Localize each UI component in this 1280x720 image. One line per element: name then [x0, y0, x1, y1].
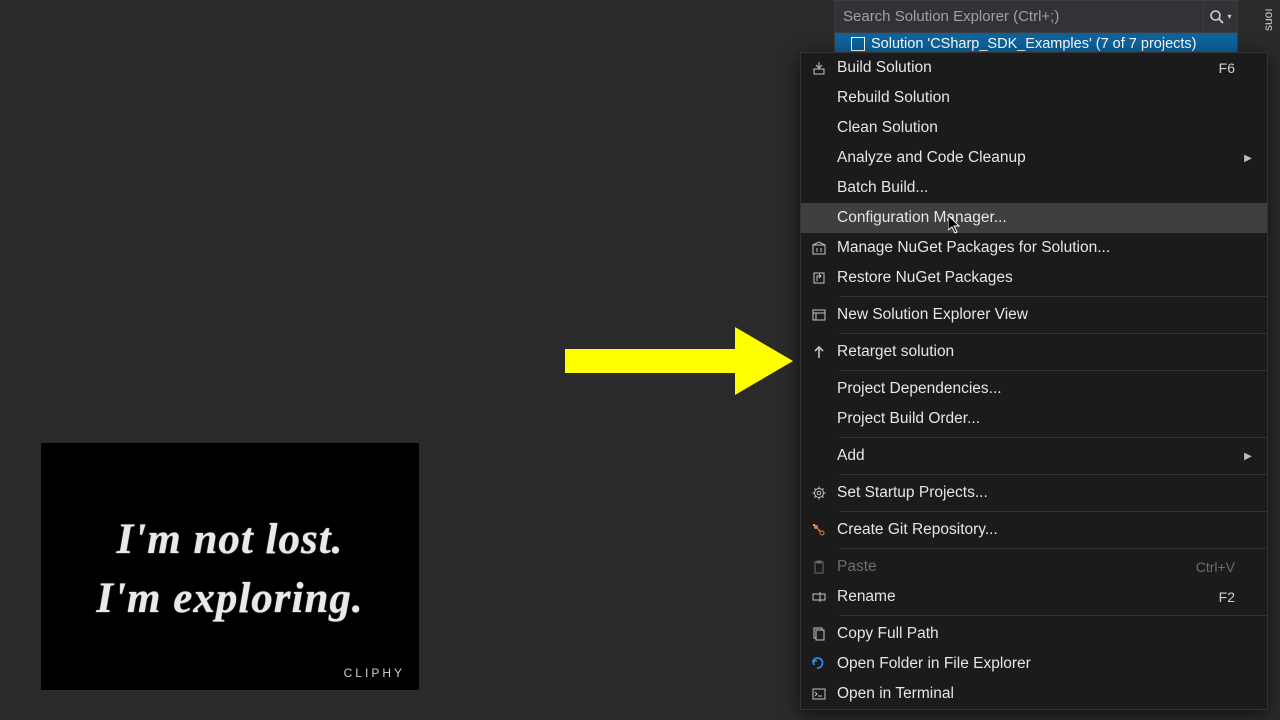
menu-item-retarget-solution[interactable]: Retarget solution — [801, 337, 1267, 367]
menu-item-analyze-and-code-cleanup[interactable]: Analyze and Code Cleanup▶ — [801, 143, 1267, 173]
menu-separator — [839, 333, 1267, 334]
menu-item-batch-build[interactable]: Batch Build... — [801, 173, 1267, 203]
menu-separator — [839, 437, 1267, 438]
menu-icon-slot — [801, 485, 837, 501]
menu-separator — [839, 511, 1267, 512]
git-icon — [811, 522, 827, 538]
menu-item-label: Open Folder in File Explorer — [837, 655, 1239, 673]
vertical-tab-label: suoı — [1261, 9, 1275, 32]
menu-item-label: Configuration Manager... — [837, 209, 1239, 227]
menu-item-label: Batch Build... — [837, 179, 1239, 197]
menu-item-open-folder-in-file-explorer[interactable]: Open Folder in File Explorer — [801, 649, 1267, 679]
menu-item-label: Project Build Order... — [837, 410, 1239, 428]
menu-item-label: Build Solution — [837, 59, 1219, 77]
menu-item-add[interactable]: Add▶ — [801, 441, 1267, 471]
menu-icon-slot — [801, 522, 837, 538]
menu-item-label: Analyze and Code Cleanup — [837, 149, 1239, 167]
menu-item-label: Copy Full Path — [837, 625, 1239, 643]
menu-separator — [839, 370, 1267, 371]
vertical-tab[interactable]: suoı — [1256, 0, 1280, 40]
menu-item-label: Manage NuGet Packages for Solution... — [837, 239, 1239, 257]
menu-item-restore-nuget-packages[interactable]: Restore NuGet Packages — [801, 263, 1267, 293]
menu-item-label: New Solution Explorer View — [837, 306, 1239, 324]
search-button[interactable]: ▾ — [1203, 1, 1237, 32]
paste-icon — [811, 559, 827, 575]
menu-item-manage-nuget-packages-for-solution[interactable]: Manage NuGet Packages for Solution... — [801, 233, 1267, 263]
menu-item-set-startup-projects[interactable]: Set Startup Projects... — [801, 478, 1267, 508]
menu-separator — [839, 474, 1267, 475]
menu-item-label: Rename — [837, 588, 1219, 606]
search-input[interactable] — [835, 1, 1203, 32]
submenu-indicator: ▶ — [1239, 451, 1257, 462]
quote-brand: CLIPHY — [344, 666, 405, 680]
menu-icon-slot — [801, 656, 837, 672]
menu-icon-slot — [801, 344, 837, 360]
view-icon — [811, 307, 827, 323]
menu-item-project-dependencies[interactable]: Project Dependencies... — [801, 374, 1267, 404]
search-row: ▾ — [835, 1, 1237, 33]
menu-item-label: Project Dependencies... — [837, 380, 1239, 398]
annotation-arrow — [565, 327, 793, 395]
menu-item-build-solution[interactable]: Build SolutionF6 — [801, 53, 1267, 83]
menu-shortcut: F6 — [1219, 60, 1239, 76]
solution-icon — [851, 37, 865, 51]
menu-icon-slot — [801, 60, 837, 76]
menu-separator — [839, 548, 1267, 549]
menu-item-clean-solution[interactable]: Clean Solution — [801, 113, 1267, 143]
quote-line-1: I'm not lost. — [117, 511, 344, 569]
menu-shortcut: F2 — [1219, 589, 1239, 605]
menu-item-label: Paste — [837, 558, 1196, 576]
menu-item-configuration-manager[interactable]: Configuration Manager... — [801, 203, 1267, 233]
menu-item-new-solution-explorer-view[interactable]: New Solution Explorer View — [801, 300, 1267, 330]
quote-line-2: I'm exploring. — [96, 570, 363, 628]
menu-item-copy-full-path[interactable]: Copy Full Path — [801, 619, 1267, 649]
search-icon — [1209, 9, 1225, 25]
menu-item-label: Retarget solution — [837, 343, 1239, 361]
menu-separator — [839, 615, 1267, 616]
context-menu: Build SolutionF6 Rebuild Solution Clean So… — [800, 52, 1268, 710]
menu-item-label: Create Git Repository... — [837, 521, 1239, 539]
chevron-down-icon: ▾ — [1227, 12, 1231, 21]
menu-shortcut: Ctrl+V — [1196, 559, 1239, 575]
menu-item-open-in-terminal[interactable]: Open in Terminal — [801, 679, 1267, 709]
folder-open-icon — [811, 656, 827, 672]
menu-icon-slot — [801, 626, 837, 642]
menu-icon-slot — [801, 589, 837, 605]
menu-item-rebuild-solution[interactable]: Rebuild Solution — [801, 83, 1267, 113]
menu-item-label: Clean Solution — [837, 119, 1239, 137]
menu-item-paste: PasteCtrl+V — [801, 552, 1267, 582]
solution-label: Solution 'CSharp_SDK_Examples' (7 of 7 p… — [871, 36, 1197, 52]
menu-item-rename[interactable]: RenameF2 — [801, 582, 1267, 612]
gear-icon — [811, 485, 827, 501]
retarget-icon — [811, 344, 827, 360]
copypath-icon — [811, 626, 827, 642]
menu-icon-slot — [801, 270, 837, 286]
menu-item-project-build-order[interactable]: Project Build Order... — [801, 404, 1267, 434]
menu-item-create-git-repository[interactable]: Create Git Repository... — [801, 515, 1267, 545]
restore-icon — [811, 270, 827, 286]
menu-separator — [839, 296, 1267, 297]
nuget-icon — [811, 240, 827, 256]
terminal-icon — [811, 686, 827, 702]
quote-card: I'm not lost. I'm exploring. CLIPHY — [41, 443, 419, 690]
menu-item-label: Open in Terminal — [837, 685, 1239, 703]
menu-item-label: Set Startup Projects... — [837, 484, 1239, 502]
rename-icon — [811, 589, 827, 605]
menu-item-label: Restore NuGet Packages — [837, 269, 1239, 287]
build-icon — [811, 60, 827, 76]
submenu-indicator: ▶ — [1239, 153, 1257, 164]
menu-icon-slot — [801, 307, 837, 323]
solution-explorer-panel: ▾ Solution 'CSharp_SDK_Examples' (7 of 7… — [834, 0, 1238, 56]
menu-item-label: Rebuild Solution — [837, 89, 1239, 107]
menu-icon-slot — [801, 686, 837, 702]
menu-item-label: Add — [837, 447, 1239, 465]
menu-icon-slot — [801, 240, 837, 256]
menu-icon-slot — [801, 559, 837, 575]
